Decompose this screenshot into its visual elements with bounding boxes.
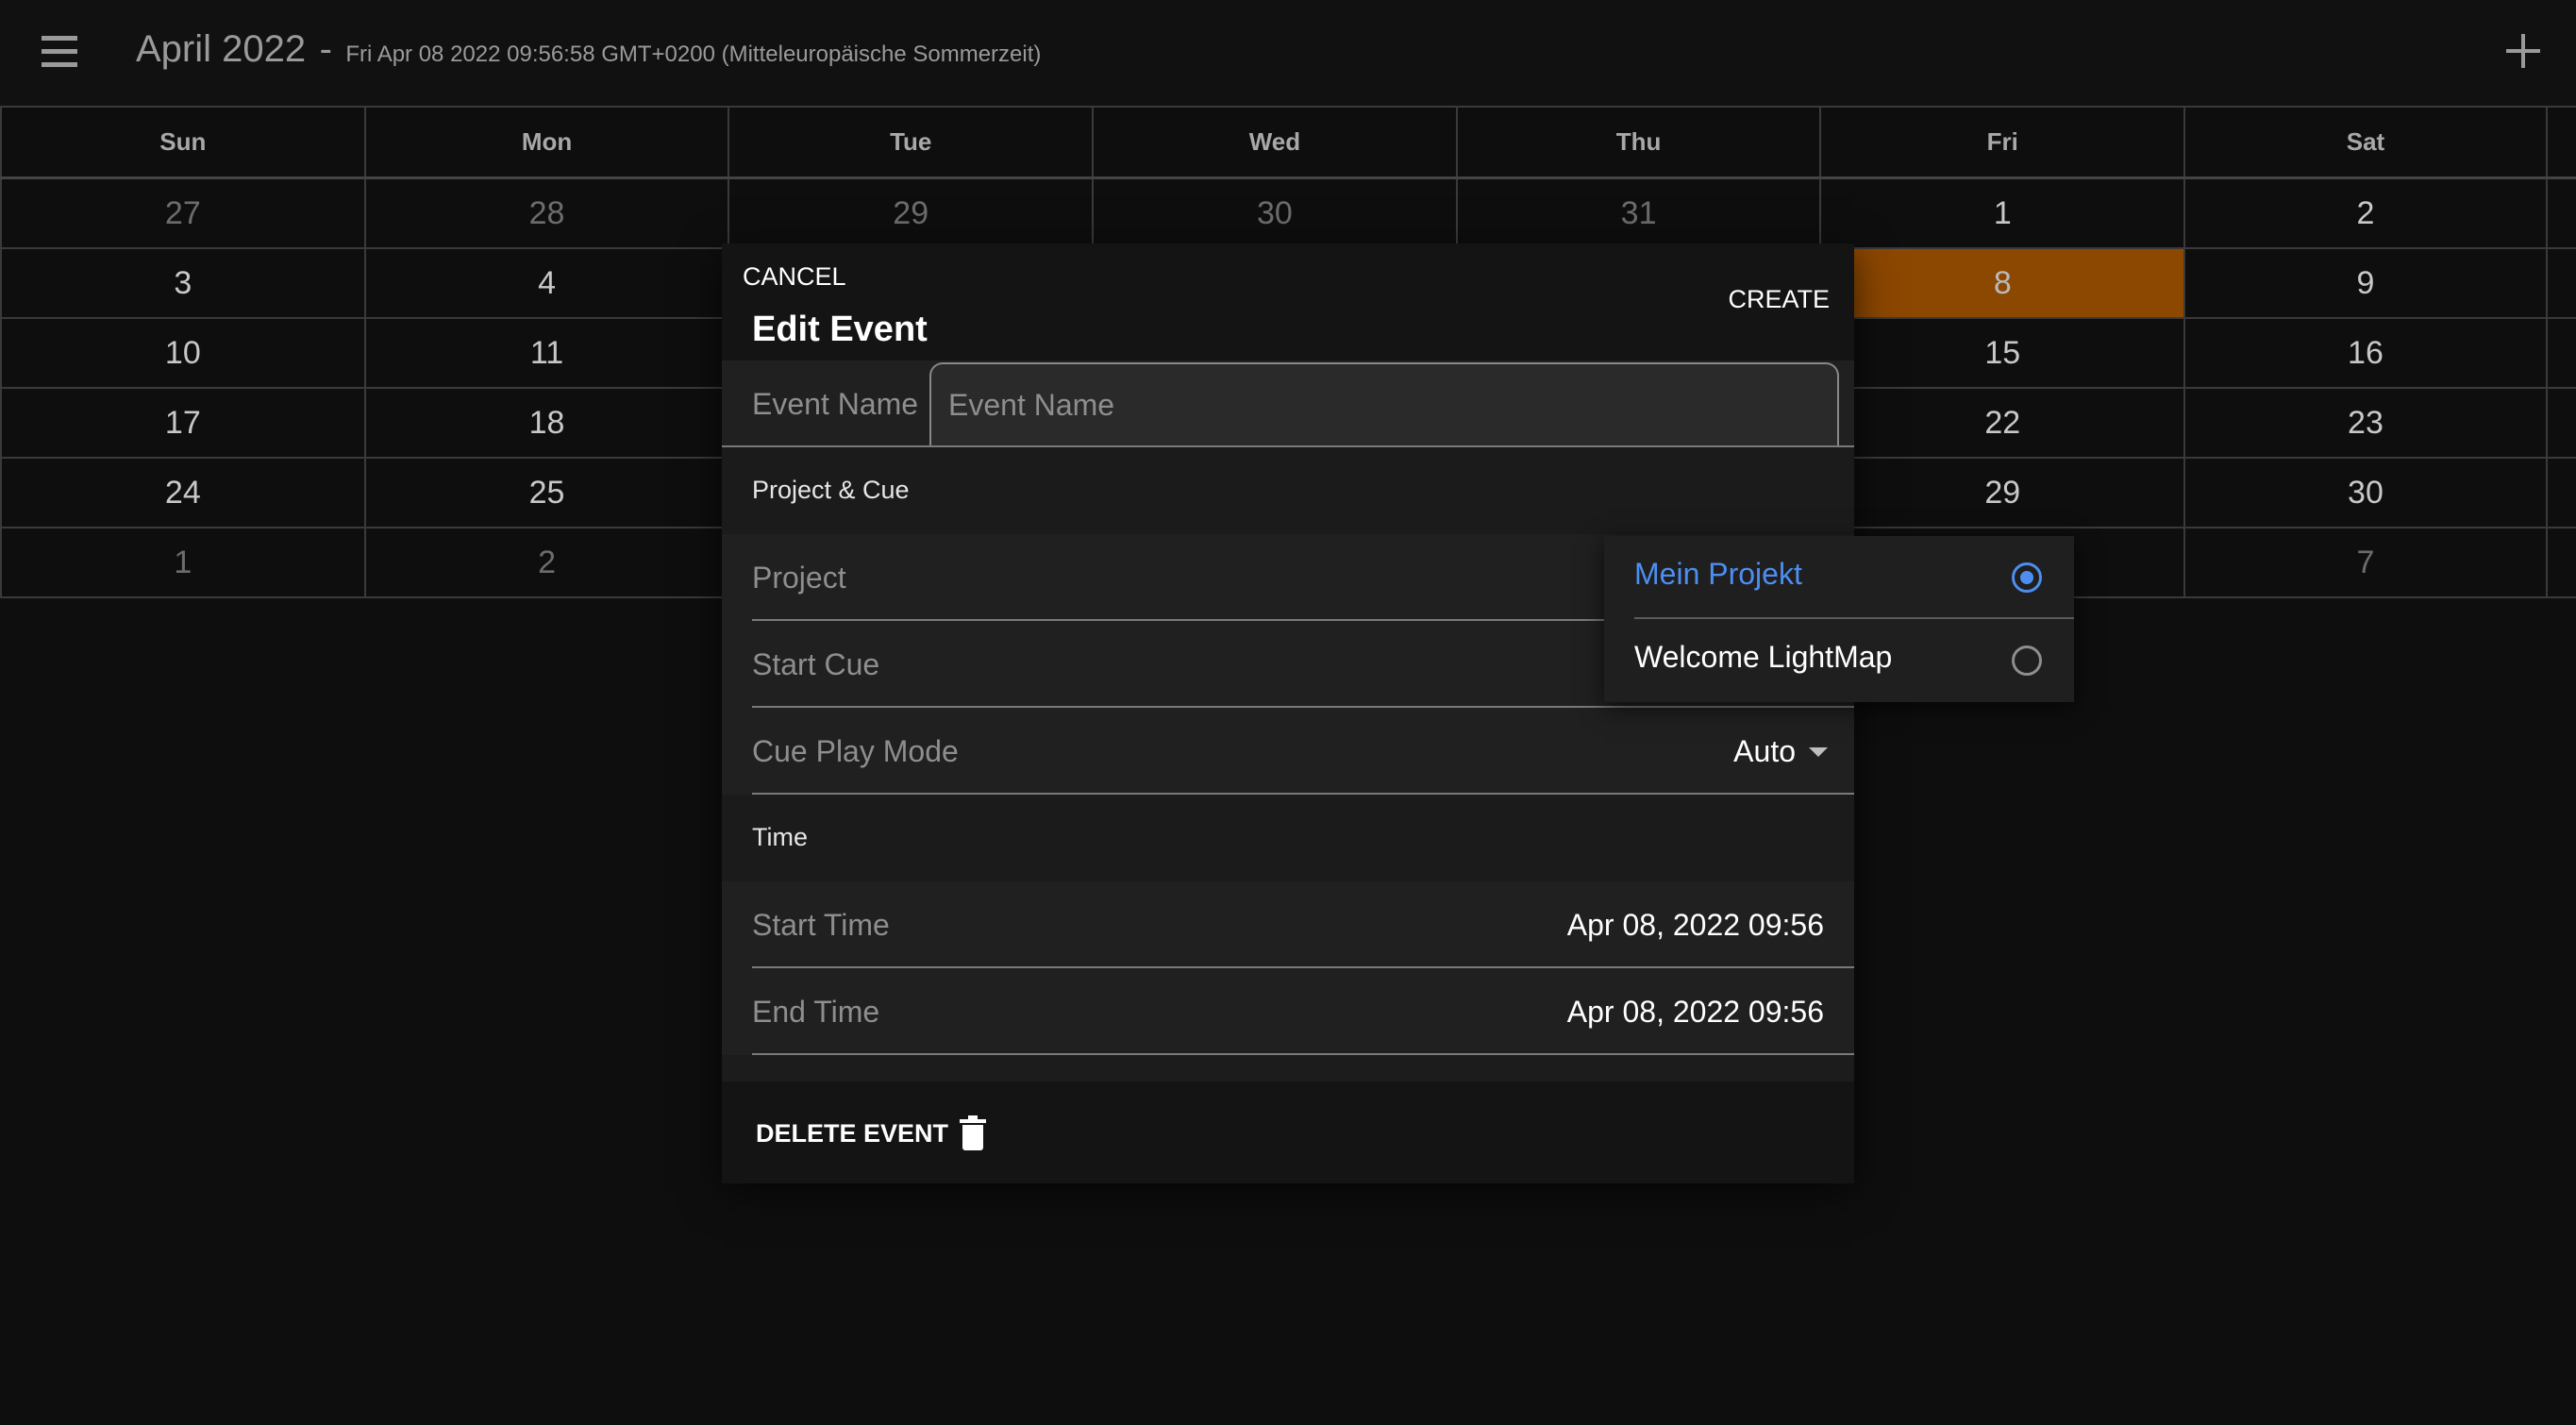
weekday-mon: Mon xyxy=(363,108,728,176)
day-cell[interactable]: 1 xyxy=(0,528,364,596)
cancel-button[interactable]: CANCEL xyxy=(743,262,846,292)
weekday-sun: Sun xyxy=(0,108,364,176)
project-option-mein-projekt[interactable]: Mein Projekt xyxy=(1604,536,2074,619)
day-cell[interactable]: 18 xyxy=(363,389,728,457)
week-row: 27 28 29 30 31 1 2 xyxy=(0,179,2576,249)
day-cell[interactable]: 27 xyxy=(0,179,364,247)
event-name-label: Event Name xyxy=(752,387,919,421)
weekday-tue: Tue xyxy=(728,108,1092,176)
delete-event-button[interactable]: DELETE EVENT xyxy=(756,1115,987,1151)
day-cell[interactable]: 23 xyxy=(2183,389,2548,457)
day-cell[interactable]: 15 xyxy=(1819,319,2183,387)
day-cell[interactable]: 16 xyxy=(2183,319,2548,387)
day-cell[interactable]: 2 xyxy=(363,528,728,596)
day-cell[interactable]: 22 xyxy=(1819,389,2183,457)
title-separator: - xyxy=(319,28,332,70)
cue-play-mode-select[interactable]: Auto xyxy=(1733,734,1828,769)
time-section-header: Time xyxy=(722,795,1854,881)
day-cell[interactable]: 31 xyxy=(1455,179,1820,247)
day-cell-today[interactable]: 8 xyxy=(1819,249,2184,317)
start-time-label: Start Time xyxy=(752,908,890,942)
delete-event-label: DELETE EVENT xyxy=(756,1118,949,1148)
menu-icon[interactable] xyxy=(38,30,81,74)
weekday-header-row: Sun Mon Tue Wed Thu Fri Sat xyxy=(0,106,2576,179)
form-bottom-padding xyxy=(722,1055,1854,1081)
day-cell[interactable]: 30 xyxy=(1092,179,1456,247)
day-cell[interactable]: 30 xyxy=(2183,459,2548,527)
end-time-field[interactable]: End Time Apr 08, 2022 09:56 xyxy=(722,968,1854,1055)
start-time-field[interactable]: Start Time Apr 08, 2022 09:56 xyxy=(722,881,1854,968)
create-button[interactable]: CREATE xyxy=(1728,285,1830,314)
section-label-project: Project & Cue xyxy=(752,476,910,504)
trash-icon xyxy=(960,1115,987,1151)
day-cell[interactable]: 2 xyxy=(2183,179,2548,247)
app-root: April 2022 - Fri Apr 08 2022 09:56:58 GM… xyxy=(0,0,2576,1425)
day-cell[interactable]: 28 xyxy=(363,179,728,247)
project-option-welcome-lightmap[interactable]: Welcome LightMap xyxy=(1604,619,2074,702)
radio-unselected-icon xyxy=(2012,645,2042,676)
weekday-sat: Sat xyxy=(2183,108,2548,176)
radio-selected-icon xyxy=(2012,562,2042,593)
section-label-time: Time xyxy=(752,823,808,851)
day-cell[interactable]: 29 xyxy=(1819,459,2183,527)
day-cell[interactable]: 9 xyxy=(2183,249,2548,317)
project-section-header: Project & Cue xyxy=(722,447,1854,534)
cue-play-mode-label: Cue Play Mode xyxy=(752,734,959,768)
project-dropdown-menu: Mein Projekt Welcome LightMap xyxy=(1604,536,2074,702)
day-cell[interactable]: 17 xyxy=(0,389,364,457)
month-title: April 2022 xyxy=(136,28,307,70)
weekday-fri: Fri xyxy=(1819,108,2183,176)
event-name-row: Event Name xyxy=(722,360,1854,447)
day-cell[interactable]: 1 xyxy=(1819,179,2183,247)
edit-event-dialog: CANCEL Edit Event CREATE Event Name Proj… xyxy=(722,243,1854,1183)
end-time-label: End Time xyxy=(752,995,880,1029)
plus-icon[interactable] xyxy=(2499,26,2548,75)
day-cell[interactable]: 24 xyxy=(0,459,364,527)
current-datetime: Fri Apr 08 2022 09:56:58 GMT+0200 (Mitte… xyxy=(345,42,1042,67)
app-header: April 2022 - Fri Apr 08 2022 09:56:58 GM… xyxy=(0,0,2576,106)
day-cell[interactable]: 29 xyxy=(728,179,1092,247)
weekday-wed: Wed xyxy=(1092,108,1456,176)
day-cell[interactable]: 4 xyxy=(363,249,728,317)
start-time-value: Apr 08, 2022 09:56 xyxy=(1566,908,1824,942)
option-label: Welcome LightMap xyxy=(1634,640,1893,674)
day-cell[interactable]: 11 xyxy=(363,319,728,387)
day-cell[interactable]: 10 xyxy=(0,319,364,387)
end-time-value: Apr 08, 2022 09:56 xyxy=(1566,995,1824,1029)
cue-play-mode-field: Cue Play Mode Auto xyxy=(722,708,1854,795)
chevron-down-icon xyxy=(1809,746,1828,757)
day-cell[interactable]: 7 xyxy=(2183,528,2548,596)
option-label: Mein Projekt xyxy=(1634,557,1802,591)
day-cell[interactable]: 25 xyxy=(363,459,728,527)
dialog-title: Edit Event xyxy=(752,310,928,349)
event-name-input[interactable] xyxy=(929,362,1839,445)
day-cell[interactable]: 3 xyxy=(0,249,364,317)
start-cue-label: Start Cue xyxy=(752,647,880,681)
cue-play-mode-value: Auto xyxy=(1733,734,1796,768)
weekday-thu: Thu xyxy=(1455,108,1820,176)
page-title: April 2022 - Fri Apr 08 2022 09:56:58 GM… xyxy=(136,28,1041,71)
project-label: Project xyxy=(752,561,846,595)
